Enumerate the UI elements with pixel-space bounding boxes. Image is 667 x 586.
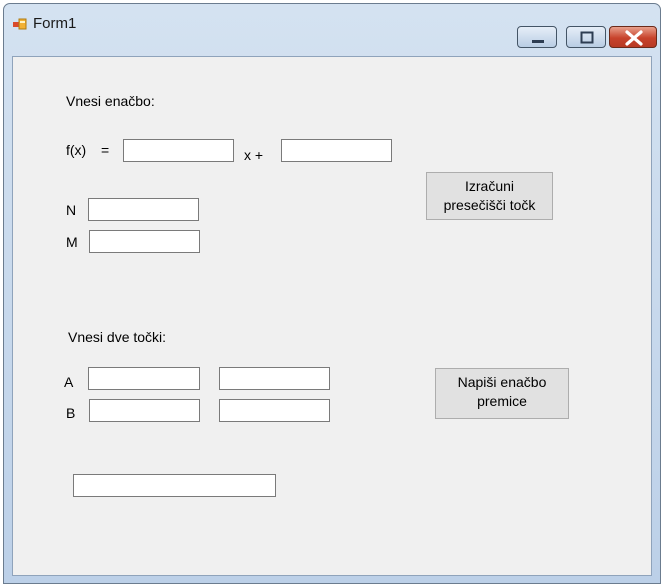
maximize-icon [580, 31, 594, 44]
form-client-area: Vnesi enačbo: f(x) = x + N M Izračuni pr… [12, 56, 652, 576]
form1-window: Form1 Vnesi enačbo: f(x) = x + N M Izrač… [3, 3, 661, 584]
m-label: M [66, 234, 78, 250]
calculate-intersection-button[interactable]: Izračuni presečišči točk [426, 172, 553, 220]
minimize-icon [532, 40, 544, 43]
slope-input[interactable] [123, 139, 234, 162]
n-label: N [66, 202, 77, 218]
fx-label: f(x) [66, 142, 87, 158]
title-bar[interactable]: Form1 [4, 4, 660, 54]
point-b-x-input[interactable] [89, 399, 200, 422]
x-plus-label: x + [244, 147, 264, 163]
b-label: B [66, 405, 76, 421]
close-icon [625, 30, 643, 46]
equals-label: = [101, 142, 110, 158]
maximize-button[interactable] [566, 26, 606, 48]
point-b-y-input[interactable] [219, 399, 330, 422]
close-button[interactable] [609, 26, 657, 48]
points-label: Vnesi dve točki: [68, 329, 167, 345]
window-title: Form1 [33, 15, 77, 32]
n-input[interactable] [88, 198, 199, 221]
window-bottom-border [4, 578, 660, 583]
point-a-y-input[interactable] [219, 367, 330, 390]
write-line-equation-button[interactable]: Napiši enačbo premice [435, 368, 569, 419]
app-icon [12, 16, 28, 32]
equation-label: Vnesi enačbo: [66, 93, 155, 109]
a-label: A [64, 374, 74, 390]
intercept-input[interactable] [281, 139, 392, 162]
minimize-button[interactable] [517, 26, 557, 48]
m-input[interactable] [89, 230, 200, 253]
result-output[interactable] [73, 474, 276, 497]
point-a-x-input[interactable] [88, 367, 200, 390]
